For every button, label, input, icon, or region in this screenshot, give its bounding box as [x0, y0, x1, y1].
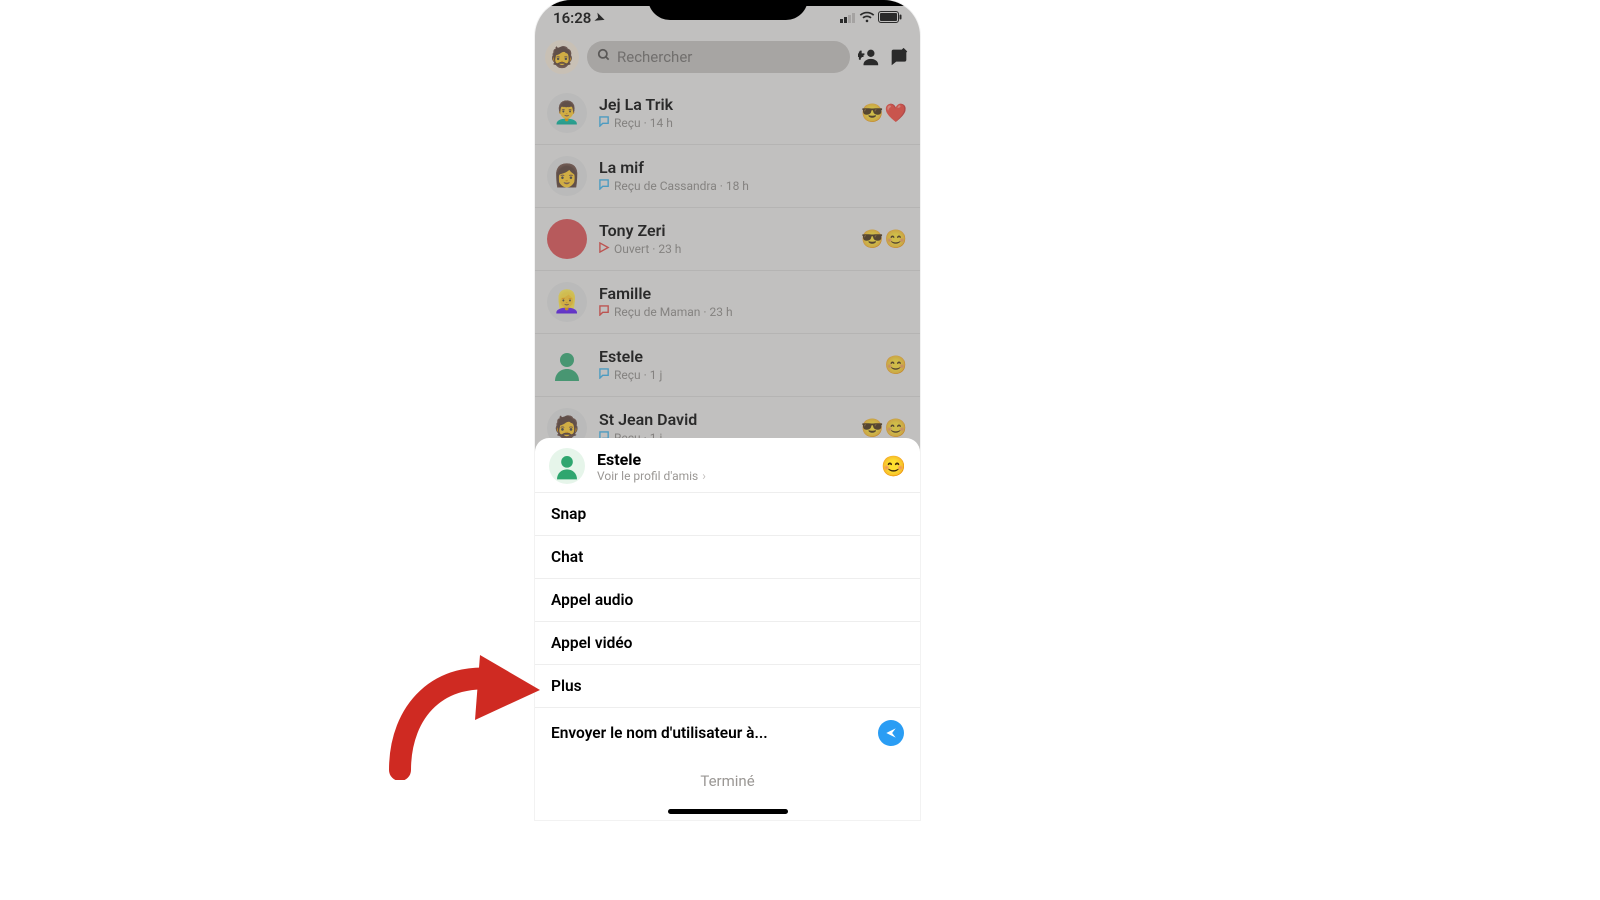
chevron-right-icon: ›: [702, 469, 706, 483]
action-done[interactable]: Terminé: [535, 758, 920, 790]
send-icon: [878, 720, 904, 746]
sheet-header[interactable]: Estele Voir le profil d'amis › 😊: [535, 438, 920, 492]
action-label: Plus: [551, 677, 582, 695]
home-indicator[interactable]: [668, 809, 788, 814]
sheet-subtitle: Voir le profil d'amis ›: [597, 469, 869, 483]
phone-notch: [648, 0, 808, 20]
phone-frame: 16:28 ➤ 🧔 Rechercher: [535, 0, 920, 820]
action-audio-call[interactable]: Appel audio: [535, 578, 920, 621]
sheet-name: Estele: [597, 450, 869, 469]
action-sheet: Estele Voir le profil d'amis › 😊 Snap Ch…: [535, 438, 920, 820]
action-snap[interactable]: Snap: [535, 492, 920, 535]
action-video-call[interactable]: Appel vidéo: [535, 621, 920, 664]
action-label: Envoyer le nom d'utilisateur à...: [551, 724, 768, 742]
action-label: Appel vidéo: [551, 634, 632, 652]
action-send-username[interactable]: Envoyer le nom d'utilisateur à...: [535, 707, 920, 758]
sheet-subtitle-text: Voir le profil d'amis: [597, 469, 698, 483]
sheet-header-text: Estele Voir le profil d'amis ›: [597, 450, 869, 483]
action-more[interactable]: Plus: [535, 664, 920, 707]
annotation-arrow-icon: [380, 640, 550, 780]
action-label: Appel audio: [551, 591, 633, 609]
sheet-avatar: [549, 448, 585, 484]
action-label: Snap: [551, 505, 586, 523]
friend-emoji: 😊: [881, 454, 906, 478]
action-label: Chat: [551, 548, 583, 566]
action-chat[interactable]: Chat: [535, 535, 920, 578]
